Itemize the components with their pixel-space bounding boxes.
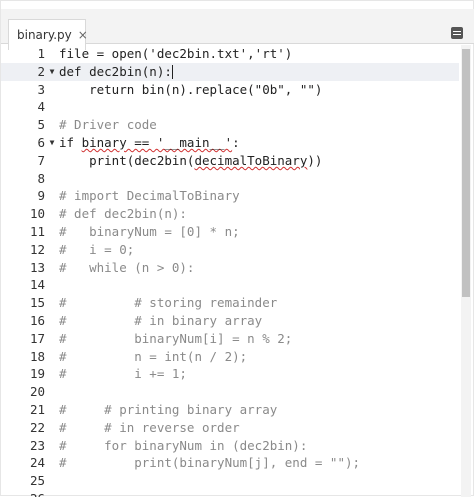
line-number: 4 bbox=[37, 99, 45, 115]
code-text: # n = int(n / 2); bbox=[59, 348, 248, 364]
code-line[interactable]: 14 bbox=[1, 276, 459, 294]
code-line[interactable]: 24 # print(binaryNum[j], end = ""); bbox=[1, 454, 459, 472]
code-text: # i = 0; bbox=[59, 241, 135, 257]
code-text: # # in reverse order bbox=[59, 419, 240, 435]
code-line[interactable]: 22 # # in reverse order bbox=[1, 419, 459, 437]
code-line[interactable]: 4 bbox=[1, 98, 459, 116]
code-line[interactable]: 2 ▼ def dec2bin(n): bbox=[1, 62, 459, 81]
code-text: # # storing remainder bbox=[59, 295, 278, 311]
line-number: 9 bbox=[37, 188, 45, 204]
code-line[interactable]: 13 # while (n > 0): bbox=[1, 259, 459, 277]
code-line[interactable]: 25 bbox=[1, 472, 459, 490]
code-line[interactable]: 12 # i = 0; bbox=[1, 241, 459, 259]
close-icon[interactable]: × bbox=[78, 28, 88, 42]
line-number: 7 bbox=[37, 152, 45, 168]
code-line[interactable]: 1 file = open('dec2bin.txt','rt') bbox=[1, 45, 459, 63]
code-text: # binaryNum = [0] * n; bbox=[59, 224, 240, 239]
code-line[interactable]: 23 # for binaryNum in (dec2bin): bbox=[1, 437, 459, 455]
code-line[interactable]: 8 bbox=[1, 170, 459, 188]
line-number: 12 bbox=[29, 241, 45, 257]
line-number: 6 bbox=[37, 135, 45, 150]
editor-window: binary.py × 1 file = open('dec2bin.txt','… bbox=[0, 0, 474, 497]
code-line[interactable]: 20 bbox=[1, 383, 459, 401]
code-line[interactable]: 17 # binaryNum[i] = n % 2; bbox=[1, 330, 459, 348]
line-number: 14 bbox=[29, 277, 45, 293]
line-number: 17 bbox=[29, 330, 45, 346]
line-number: 11 bbox=[29, 224, 45, 239]
text-cursor bbox=[171, 65, 173, 80]
code-text: file = open('dec2bin.txt','rt') bbox=[59, 46, 293, 61]
tab-bar: binary.py × bbox=[1, 9, 474, 50]
code-text: # print(binaryNum[j], end = ""); bbox=[59, 455, 361, 471]
line-number: 19 bbox=[29, 366, 45, 382]
code-text: # while (n > 0): bbox=[59, 259, 195, 275]
code-text: # for binaryNum in (dec2bin): bbox=[59, 437, 308, 453]
lint-warning[interactable]: binary == '__main__' bbox=[82, 135, 233, 150]
code-line[interactable]: 6 ▼ if binary == '__main__': bbox=[1, 134, 459, 152]
line-number: 21 bbox=[29, 402, 45, 417]
code-editor[interactable]: 1 file = open('dec2bin.txt','rt') 2 ▼ def de… bbox=[1, 43, 474, 497]
line-number: 20 bbox=[29, 384, 45, 400]
code-text: # i += 1; bbox=[59, 366, 187, 382]
line-number: 16 bbox=[29, 313, 45, 328]
code-text: # import DecimalToBinary bbox=[59, 188, 240, 204]
code-text: return bin(n).replace("0b", "") bbox=[59, 81, 323, 97]
line-number: 24 bbox=[29, 455, 45, 471]
code-line[interactable]: 3 return bin(n).replace("0b", "") bbox=[1, 81, 459, 99]
line-number: 25 bbox=[29, 473, 45, 489]
code-line[interactable]: 18 # n = int(n / 2); bbox=[1, 348, 459, 366]
code-line[interactable]: 5 # Driver code bbox=[1, 116, 459, 134]
code-line[interactable]: 10 # def dec2bin(n): bbox=[1, 205, 459, 223]
line-number: 8 bbox=[37, 170, 45, 186]
code-line[interactable]: 7 print(dec2bin(decimalToBinary)) bbox=[1, 152, 459, 170]
code-line[interactable]: 11 # binaryNum = [0] * n; bbox=[1, 223, 459, 241]
scrollbar-thumb[interactable] bbox=[462, 49, 470, 297]
code-text: # binaryNum[i] = n % 2; bbox=[59, 330, 293, 346]
code-line[interactable]: 15 # # storing remainder bbox=[1, 294, 459, 312]
line-number: 15 bbox=[29, 295, 45, 311]
line-number: 13 bbox=[29, 259, 45, 275]
code-text: # Driver code bbox=[59, 117, 157, 133]
code-line[interactable]: 16 # # in binary array bbox=[1, 312, 459, 330]
lint-warning[interactable]: decimalToBinary bbox=[194, 153, 307, 168]
line-number: 23 bbox=[29, 437, 45, 453]
code-text: # # printing binary array bbox=[59, 402, 278, 417]
code-text: def dec2bin(n): bbox=[59, 63, 173, 80]
menu-icon[interactable] bbox=[451, 27, 463, 39]
fold-arrow-icon[interactable]: ▼ bbox=[47, 63, 57, 81]
fold-arrow-icon[interactable]: ▼ bbox=[47, 134, 57, 152]
line-number: 5 bbox=[37, 117, 45, 133]
line-number: 1 bbox=[37, 46, 45, 61]
code-text: # # in binary array bbox=[59, 313, 263, 328]
line-number: 2 bbox=[37, 63, 45, 79]
code-line[interactable]: 9 # import DecimalToBinary bbox=[1, 187, 459, 205]
code-text: print(dec2bin(decimalToBinary)) bbox=[59, 152, 323, 168]
line-number: 10 bbox=[29, 206, 45, 222]
tab-label: binary.py bbox=[17, 28, 72, 42]
code-line[interactable]: 21 # # printing binary array bbox=[1, 401, 459, 419]
code-text: # def dec2bin(n): bbox=[59, 206, 187, 222]
line-number: 3 bbox=[37, 81, 45, 97]
code-text: if binary == '__main__': bbox=[59, 135, 240, 150]
line-number: 22 bbox=[29, 419, 45, 435]
line-number: 18 bbox=[29, 348, 45, 364]
code-line[interactable]: 19 # i += 1; bbox=[1, 365, 459, 383]
